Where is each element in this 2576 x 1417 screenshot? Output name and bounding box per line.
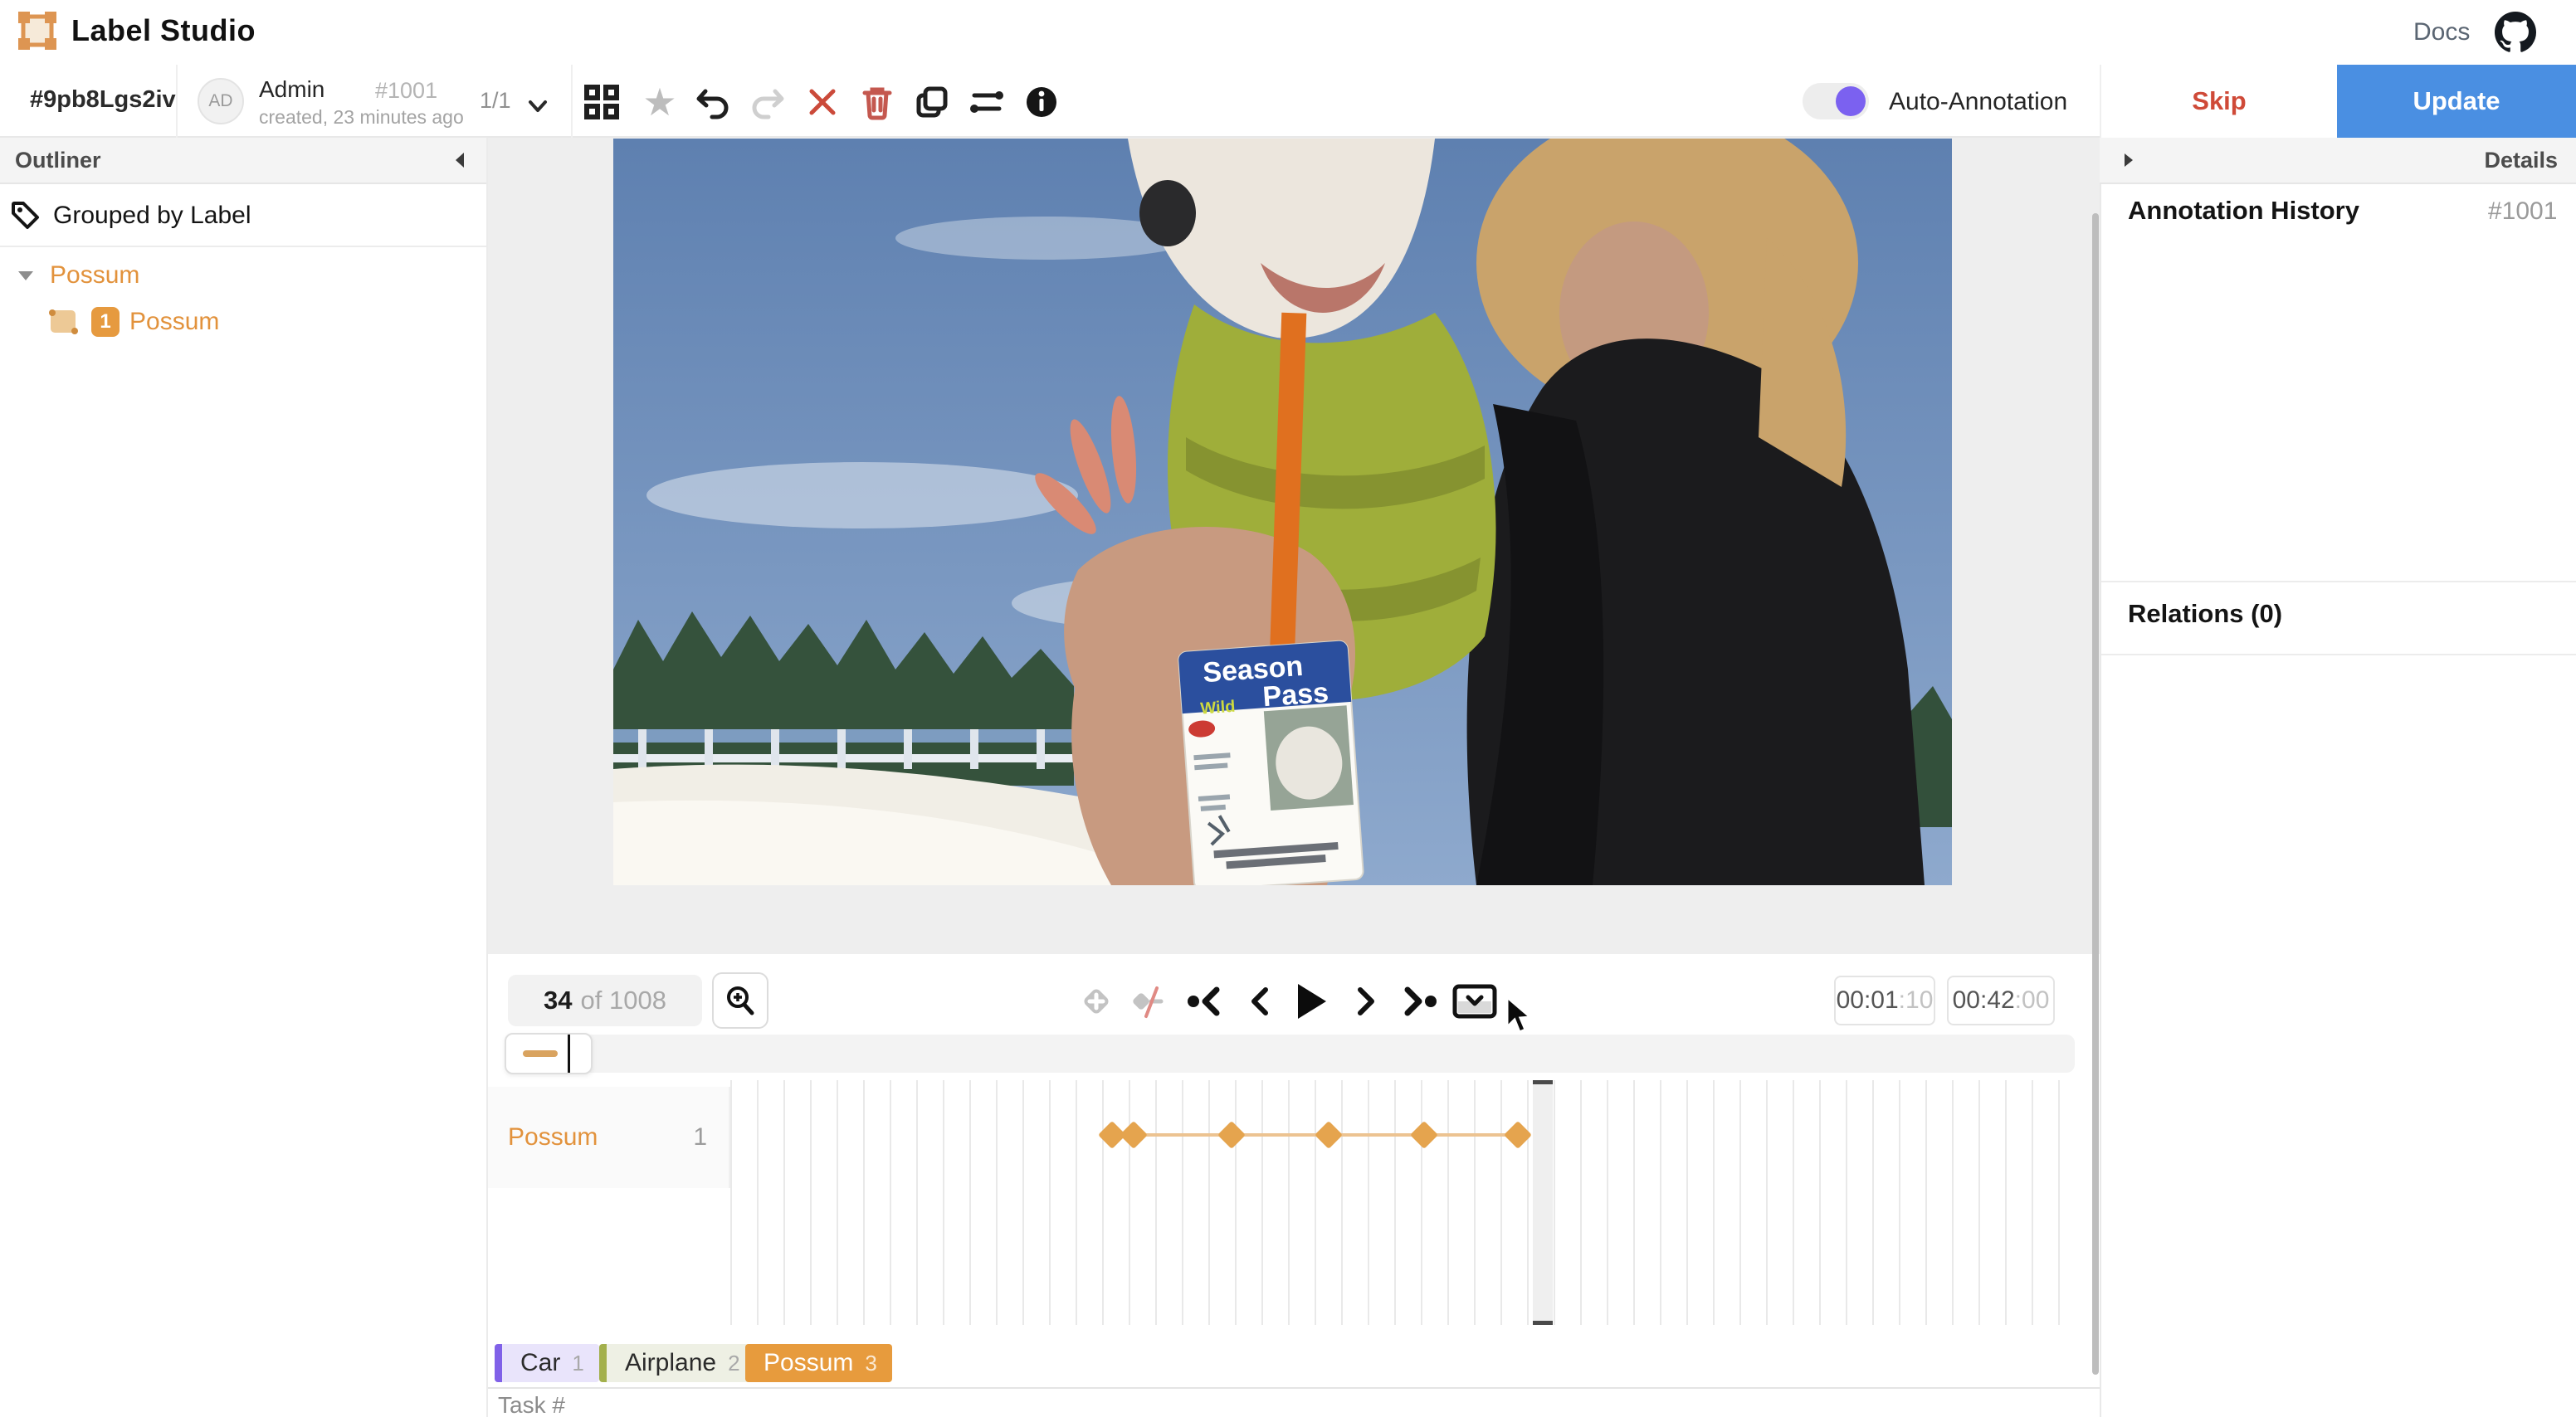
relations-title: Relations (0) <box>2128 599 2282 629</box>
frame-total: of 1008 <box>581 986 666 1015</box>
label-studio-logo-icon <box>18 12 56 50</box>
expand-right-icon[interactable] <box>2118 150 2138 170</box>
chip-color-bar <box>495 1344 502 1382</box>
grid-view-button[interactable] <box>579 80 624 124</box>
keyframe-interpolation-button[interactable] <box>1125 977 1173 1025</box>
frame-counter[interactable]: 34 of 1008 <box>508 975 702 1026</box>
label-chip-airplane[interactable]: Airplane 2 <box>599 1344 755 1382</box>
outliner-region-possum[interactable]: 1 Possum <box>0 299 486 345</box>
app-title: Label Studio <box>71 13 256 48</box>
app-header: Label Studio Docs <box>0 0 2576 65</box>
annotation-id: #1001 <box>375 78 437 104</box>
annotation-pagination: 1/1 <box>480 88 511 114</box>
details-title: Details <box>2484 148 2558 173</box>
details-header: Details <box>2100 138 2576 184</box>
region-index-badge: 1 <box>91 307 120 337</box>
caret-down-icon[interactable] <box>13 263 38 288</box>
label-chip-possum[interactable]: Possum 3 <box>745 1344 892 1382</box>
minimap-playhead[interactable] <box>568 1035 570 1073</box>
chevron-down-icon[interactable] <box>523 91 553 121</box>
timeline-track-possum[interactable]: Possum 1 <box>488 1087 730 1188</box>
region-rect-icon <box>46 307 80 337</box>
region-label: Possum <box>129 308 219 336</box>
divider <box>488 1387 2100 1389</box>
redo-button[interactable] <box>745 80 790 124</box>
toggle-knob <box>1836 86 1866 116</box>
task-id: #9pb8Lgs2iv <box>30 86 176 114</box>
keyframe-add-button[interactable] <box>1072 977 1120 1025</box>
prev-keyframe-button[interactable] <box>1180 977 1228 1025</box>
chip-hotkey: 3 <box>865 1351 876 1376</box>
chip-label: Possum <box>764 1349 853 1377</box>
outliner-header: Outliner <box>0 138 486 184</box>
skip-button[interactable]: Skip <box>2101 65 2337 138</box>
timeline-minimap-track[interactable] <box>505 1035 2075 1073</box>
chip-hotkey: 1 <box>572 1351 583 1376</box>
annotation-created: created, 23 minutes ago <box>259 106 464 129</box>
avatar[interactable]: AD <box>198 78 244 124</box>
docs-link[interactable]: Docs <box>2413 18 2470 46</box>
timeline-playhead[interactable] <box>1533 1080 1553 1325</box>
undo-button[interactable] <box>690 80 735 124</box>
play-button[interactable] <box>1286 977 1334 1025</box>
current-time-frames: :10 <box>1899 986 1934 1015</box>
cancel-button[interactable] <box>800 80 845 124</box>
divider <box>571 65 573 138</box>
outliner-title: Outliner <box>15 148 101 173</box>
outliner-group-possum[interactable]: Possum <box>0 256 486 295</box>
group-label: Possum <box>50 261 139 290</box>
divider <box>176 65 178 138</box>
chip-hotkey: 2 <box>728 1351 739 1376</box>
magnifier-plus-icon <box>723 983 758 1018</box>
total-time: 00:42 <box>1953 986 2015 1015</box>
vertical-scrollbar[interactable] <box>2092 213 2099 1375</box>
group-by-label: Grouped by Label <box>53 202 251 230</box>
next-keyframe-button[interactable] <box>1396 977 1444 1025</box>
chip-label: Airplane <box>625 1349 716 1377</box>
task-footer-label: Task # <box>498 1392 565 1417</box>
annotation-history-id: #1001 <box>2488 197 2557 226</box>
timeline-grid[interactable] <box>730 1080 2075 1325</box>
prev-frame-button[interactable] <box>1235 977 1283 1025</box>
divider <box>2101 581 2576 582</box>
annotation-history-title: Annotation History <box>2128 196 2359 226</box>
relations-button[interactable] <box>964 80 1009 124</box>
frame-current: 34 <box>544 986 572 1015</box>
delete-button[interactable] <box>855 80 900 124</box>
mouse-cursor <box>1504 996 1535 1037</box>
details-panel <box>2100 138 2576 1417</box>
collapse-left-icon[interactable] <box>450 149 471 171</box>
auto-annotation-label: Auto-Annotation <box>1889 88 2067 116</box>
group-by-selector[interactable]: Grouped by Label <box>0 186 486 247</box>
duplicate-button[interactable] <box>910 80 954 124</box>
video-frame[interactable]: Season Wild Pass <box>613 139 1952 885</box>
update-button[interactable]: Update <box>2337 65 2576 138</box>
track-count: 1 <box>693 1123 707 1152</box>
star-icon[interactable]: ★ <box>637 80 682 124</box>
chip-color-bar <box>599 1344 607 1382</box>
svg-text:Wild: Wild <box>1200 698 1236 718</box>
track-label: Possum <box>508 1123 598 1152</box>
current-time-input[interactable]: 00:01:10 <box>1834 976 1935 1025</box>
total-time-frames: :00 <box>2015 986 2050 1015</box>
minimap-keyframe-range <box>523 1050 558 1057</box>
chip-label: Car <box>520 1349 560 1377</box>
next-frame-button[interactable] <box>1343 977 1391 1025</box>
divider <box>2101 654 2576 655</box>
label-chip-car[interactable]: Car 1 <box>495 1344 599 1382</box>
label-studio-app: Label Studio Docs #9pb8Lgs2iv AD Admin #… <box>0 0 2576 1417</box>
user-name: Admin <box>259 76 324 103</box>
frames-control-toggle[interactable] <box>1451 977 1499 1025</box>
zoom-button[interactable] <box>712 972 768 1029</box>
current-time: 00:01 <box>1837 986 1899 1015</box>
total-time-input[interactable]: 00:42:00 <box>1947 976 2055 1025</box>
github-icon[interactable] <box>2495 12 2536 53</box>
info-button[interactable] <box>1019 80 1064 124</box>
auto-annotation-toggle[interactable] <box>1803 83 1869 119</box>
tag-icon <box>10 200 41 231</box>
